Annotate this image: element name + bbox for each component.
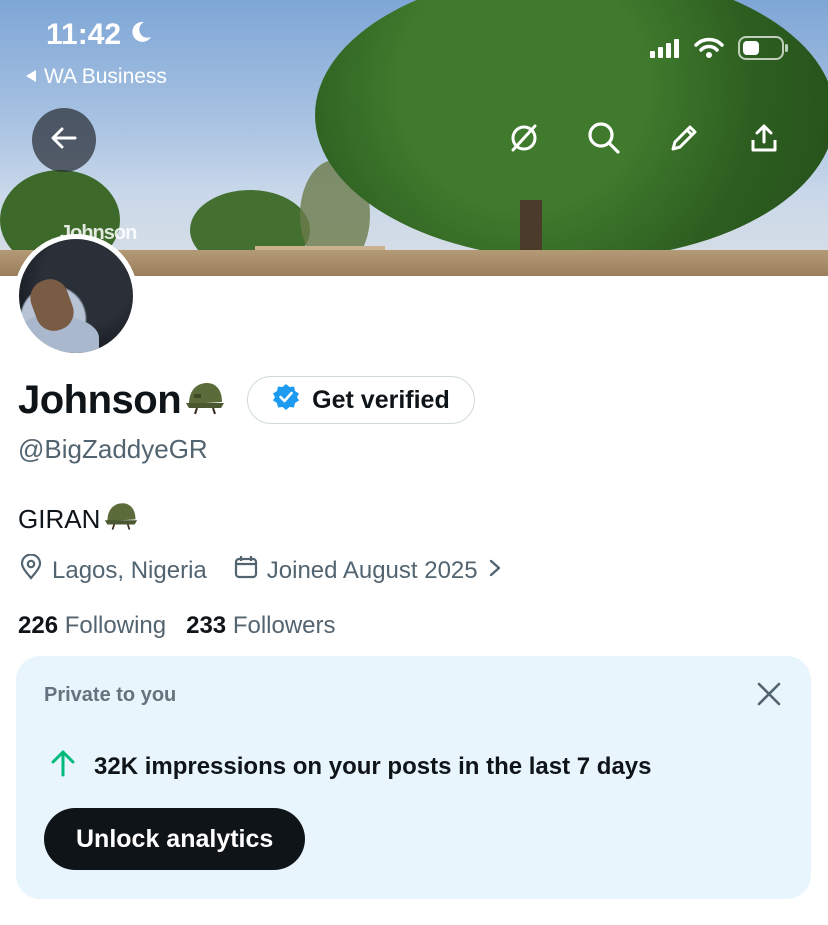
moon-icon (129, 18, 153, 52)
back-app-label: WA Business (44, 65, 167, 88)
status-indicators (650, 36, 790, 65)
arrow-up-icon (48, 748, 78, 785)
helmet-emoji (104, 500, 138, 539)
followers-label: Followers (232, 612, 336, 639)
location-text: Lagos, Nigeria (52, 556, 207, 584)
share-icon (748, 122, 780, 159)
following-label: Following (64, 612, 167, 639)
profile-handle: @BigZaddyeGR (18, 434, 208, 464)
status-time-text: 11:42 (46, 18, 122, 51)
followers-link[interactable]: 233 Followers (186, 612, 335, 640)
wifi-icon (694, 37, 724, 64)
close-icon (756, 681, 782, 712)
analytics-card: Private to you 32K impressions on your p… (16, 656, 811, 899)
analytics-message-text: 32K impressions on your posts in the las… (94, 752, 652, 780)
back-triangle-icon (24, 65, 38, 89)
verified-badge-icon (272, 383, 300, 418)
profile-location: Lagos, Nigeria (18, 553, 207, 587)
grok-button[interactable] (502, 118, 546, 162)
share-button[interactable] (742, 118, 786, 162)
analytics-message: 32K impressions on your posts in the las… (48, 748, 652, 785)
avatar-image (19, 239, 133, 353)
location-pin-icon (18, 553, 44, 587)
get-verified-label: Get verified (312, 385, 450, 414)
calendar-icon (233, 554, 259, 587)
profile-name-row: Johnson Get verified (18, 376, 475, 424)
profile-name: Johnson (18, 377, 182, 422)
edit-button[interactable] (662, 118, 706, 162)
profile-meta: Lagos, Nigeria Joined August 2025 (18, 553, 530, 587)
bio-text: GIRAN (18, 504, 101, 534)
battery-icon (738, 36, 790, 65)
search-button[interactable] (582, 118, 626, 162)
cellular-signal-icon (650, 38, 680, 63)
analytics-card-title: Private to you (44, 684, 177, 706)
chevron-right-icon (486, 557, 504, 585)
helmet-emoji (185, 380, 225, 421)
follow-stats: 226 Following 233 Followers (18, 612, 336, 640)
arrow-left-icon (49, 123, 79, 158)
following-count: 226 (18, 612, 59, 639)
status-time: 11:42 (46, 18, 153, 52)
get-verified-button[interactable]: Get verified (247, 376, 475, 424)
profile-bio: GIRAN (18, 500, 138, 539)
search-icon (587, 121, 621, 160)
back-to-app-link[interactable]: WA Business (24, 65, 167, 89)
pencil-icon (668, 122, 700, 159)
unlock-analytics-button[interactable]: Unlock analytics (44, 808, 306, 870)
followers-count: 233 (186, 612, 227, 639)
profile-avatar[interactable] (14, 234, 138, 358)
close-card-button[interactable] (751, 678, 787, 714)
following-link[interactable]: 226 Following (18, 612, 166, 640)
grok-icon (508, 122, 540, 159)
profile-joined[interactable]: Joined August 2025 (233, 554, 504, 587)
joined-text: Joined August 2025 (266, 556, 478, 584)
back-button[interactable] (32, 108, 96, 172)
